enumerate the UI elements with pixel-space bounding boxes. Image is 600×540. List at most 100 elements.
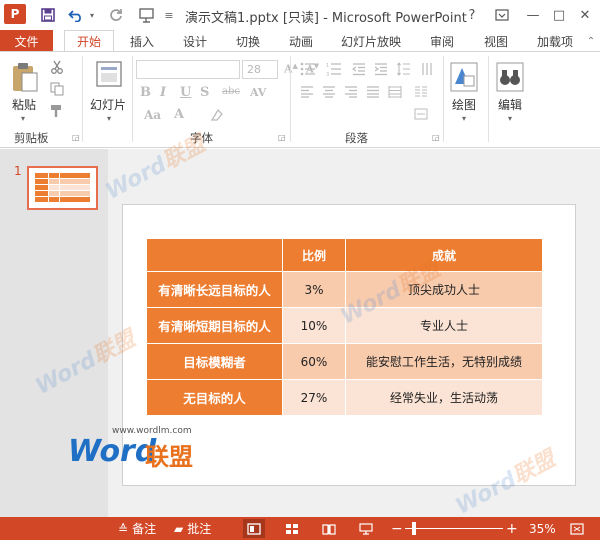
font-size-combo[interactable]: 28: [242, 60, 278, 79]
maximize-icon[interactable]: □: [547, 3, 571, 27]
zoom-level[interactable]: 35%: [529, 517, 556, 540]
row-label-cell[interactable]: 有清晰长远目标的人: [146, 271, 283, 308]
slide-show-view-icon[interactable]: [355, 519, 377, 538]
align-center-icon[interactable]: [320, 84, 338, 100]
bold-button[interactable]: B: [140, 85, 151, 100]
table-header-cell[interactable]: [146, 238, 283, 272]
svg-text:3: 3: [326, 72, 329, 76]
clipboard-launcher-icon[interactable]: ◲: [72, 133, 80, 142]
paste-dropdown-icon[interactable]: ▾: [18, 113, 28, 123]
copy-icon[interactable]: [48, 80, 66, 98]
ratio-cell[interactable]: 10%: [282, 307, 346, 344]
row-label-cell[interactable]: 有清晰短期目标的人: [146, 307, 283, 344]
slide-thumbnail[interactable]: [27, 166, 98, 210]
text-direction-icon[interactable]: [418, 60, 436, 78]
tab-transitions[interactable]: 切换: [228, 30, 268, 52]
font-launcher-icon[interactable]: ◲: [278, 133, 286, 142]
editing-button[interactable]: 编辑: [498, 96, 522, 113]
group-separator: [290, 56, 291, 142]
tab-home[interactable]: 开始: [64, 30, 114, 52]
achievement-cell[interactable]: 专业人士: [345, 307, 543, 344]
paragraph-launcher-icon[interactable]: ◲: [432, 133, 440, 142]
font-group-label: 字体: [190, 131, 213, 145]
paste-icon[interactable]: [10, 60, 40, 94]
tab-slide-show[interactable]: 幻灯片放映: [335, 30, 407, 52]
status-bar: ≙ 备注 ▰ 批注 − + 35%: [0, 517, 600, 540]
undo-icon[interactable]: [66, 4, 86, 26]
undo-dropdown-icon[interactable]: ▾: [86, 4, 98, 26]
ratio-cell[interactable]: 3%: [282, 271, 346, 308]
ratio-cell[interactable]: 60%: [282, 343, 346, 380]
line-spacing-icon[interactable]: [395, 60, 413, 78]
italic-button[interactable]: I: [160, 85, 166, 100]
group-separator: [82, 56, 83, 142]
powerpoint-window: P ▾ ≡ 演示文稿1.pptx [只读] - Microsoft PowerP…: [0, 0, 600, 540]
new-slide-button[interactable]: 幻灯片: [90, 96, 126, 113]
format-painter-icon[interactable]: [48, 102, 66, 120]
tab-view[interactable]: 视图: [476, 30, 516, 52]
change-case-button[interactable]: Aa: [144, 108, 161, 122]
slide-number: 1: [14, 164, 22, 178]
bullets-icon[interactable]: [298, 60, 318, 78]
minimize-icon[interactable]: —: [521, 3, 545, 27]
drawing-shapes-icon[interactable]: [448, 60, 480, 94]
collapse-ribbon-icon[interactable]: ⌃: [584, 30, 598, 52]
data-table[interactable]: 比例 成就 有清晰长远目标的人 3% 顶尖成功人士 有清晰短期目标的人 10% …: [146, 238, 543, 416]
align-left-icon[interactable]: [298, 84, 316, 100]
customize-quick-access-icon[interactable]: ≡: [162, 4, 176, 26]
tab-design[interactable]: 设计: [175, 30, 215, 52]
zoom-slider-thumb[interactable]: [412, 522, 416, 535]
tab-animations[interactable]: 动画: [281, 30, 321, 52]
zoom-slider[interactable]: [405, 528, 503, 529]
comments-button[interactable]: ▰ 批注: [174, 517, 211, 540]
drawing-dropdown-icon[interactable]: ▾: [459, 113, 469, 123]
strikethrough-button[interactable]: abc: [222, 86, 240, 97]
zoom-in-button[interactable]: +: [506, 517, 518, 540]
clear-formatting-icon[interactable]: [208, 107, 226, 123]
slide-sorter-view-icon[interactable]: [281, 519, 303, 538]
new-slide-icon[interactable]: [94, 58, 124, 92]
zoom-out-button[interactable]: −: [391, 517, 403, 540]
table-header-cell[interactable]: 比例: [282, 238, 346, 272]
tab-review[interactable]: 审阅: [422, 30, 462, 52]
ratio-cell[interactable]: 27%: [282, 379, 346, 416]
achievement-cell[interactable]: 经常失业，生活动荡: [345, 379, 543, 416]
tab-file[interactable]: 文件: [0, 30, 53, 52]
tab-insert[interactable]: 插入: [122, 30, 162, 52]
font-name-combo[interactable]: [136, 60, 240, 79]
cut-icon[interactable]: [48, 58, 66, 76]
drawing-button[interactable]: 绘图: [452, 96, 476, 113]
columns-icon[interactable]: [412, 84, 430, 100]
justify-icon[interactable]: [364, 84, 382, 100]
numbering-icon[interactable]: 13: [324, 60, 344, 78]
ribbon-display-options-icon[interactable]: [490, 3, 514, 27]
help-icon[interactable]: ?: [460, 3, 484, 27]
paste-button[interactable]: 粘贴: [12, 96, 36, 113]
notes-button[interactable]: ≙ 备注: [118, 517, 156, 540]
reading-view-icon[interactable]: [318, 519, 340, 538]
new-slide-dropdown-icon[interactable]: ▾: [104, 113, 114, 123]
redo-icon[interactable]: [106, 4, 126, 26]
fit-slide-to-window-icon[interactable]: [566, 519, 588, 538]
start-from-beginning-icon[interactable]: [136, 4, 158, 26]
tab-addins[interactable]: 加载项: [528, 30, 582, 52]
character-spacing-button[interactable]: AV: [250, 86, 266, 99]
achievement-cell[interactable]: 顶尖成功人士: [345, 271, 543, 308]
align-right-icon[interactable]: [342, 84, 360, 100]
row-label-cell[interactable]: 无目标的人: [146, 379, 283, 416]
editing-dropdown-icon[interactable]: ▾: [505, 113, 515, 123]
row-label-cell[interactable]: 目标模糊者: [146, 343, 283, 380]
editing-binoculars-icon[interactable]: [494, 60, 526, 94]
underline-button[interactable]: U: [180, 85, 191, 100]
increase-indent-icon[interactable]: [372, 60, 390, 78]
decrease-indent-icon[interactable]: [350, 60, 368, 78]
close-icon[interactable]: ✕: [573, 3, 597, 27]
distributed-icon[interactable]: [386, 84, 404, 100]
shadow-button[interactable]: S: [200, 85, 209, 100]
align-text-icon[interactable]: [412, 106, 430, 122]
achievement-cell[interactable]: 能安慰工作生活，无特别成绩: [345, 343, 543, 380]
save-icon[interactable]: [38, 4, 58, 26]
font-color-button[interactable]: A: [174, 107, 184, 122]
table-header-cell[interactable]: 成就: [345, 238, 543, 272]
normal-view-icon[interactable]: [243, 519, 265, 538]
